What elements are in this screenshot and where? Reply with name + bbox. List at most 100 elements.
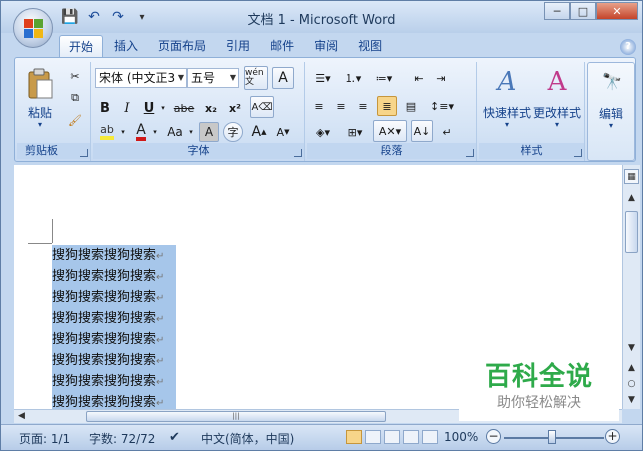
text-line[interactable]: 搜狗搜索搜狗搜索↵ xyxy=(52,245,176,266)
numbering-icon[interactable]: ⒈▾ xyxy=(339,68,367,88)
font-name-combo[interactable]: 宋体 (中文正3 ▼ xyxy=(95,68,187,88)
subscript-button[interactable]: x₂ xyxy=(201,98,221,118)
tab-insert[interactable]: 插入 xyxy=(105,35,147,57)
change-case-dropdown-icon[interactable]: ▾ xyxy=(187,122,195,142)
zoom-in-button[interactable]: + xyxy=(605,429,620,444)
text-line[interactable]: 搜狗搜索搜狗搜索↵ xyxy=(52,371,176,392)
language-indicator[interactable]: 中文(简体，中国) xyxy=(201,430,294,447)
web-layout-view-button[interactable] xyxy=(384,430,400,444)
strikethrough-button[interactable]: abe xyxy=(171,98,197,118)
align-left-icon[interactable]: ≡ xyxy=(309,96,329,116)
line-spacing-icon[interactable]: ↕≡▾ xyxy=(427,96,457,116)
cut-icon[interactable]: ✂ xyxy=(65,66,85,86)
paste-icon[interactable] xyxy=(25,68,55,100)
sort-icon[interactable]: A↓ xyxy=(411,120,433,142)
phonetic-guide-button[interactable]: wén文 xyxy=(244,66,268,90)
document-text[interactable]: 搜狗搜索搜狗搜索↵ 搜狗搜索搜狗搜索↵ 搜狗搜索搜狗搜索↵ 搜狗搜索搜狗搜索↵ … xyxy=(52,245,176,413)
bullets-icon[interactable]: ☰▾ xyxy=(309,68,337,88)
font-color-dropdown-icon[interactable]: ▾ xyxy=(151,122,159,142)
change-styles-icon[interactable]: A xyxy=(541,66,573,98)
browse-object-icon[interactable]: ○ xyxy=(624,377,639,392)
superscript-button[interactable]: x² xyxy=(225,98,245,118)
full-screen-reading-view-button[interactable] xyxy=(365,430,381,444)
clipboard-dialog-launcher[interactable] xyxy=(80,149,88,157)
tab-home[interactable]: 开始 xyxy=(59,35,104,57)
align-right-icon[interactable]: ≡ xyxy=(353,96,373,116)
format-painter-icon[interactable]: 🖌 xyxy=(65,110,85,130)
quick-styles-dropdown-icon[interactable]: ▾ xyxy=(479,120,535,129)
underline-dropdown-icon[interactable]: ▾ xyxy=(159,98,167,118)
tab-view[interactable]: 视图 xyxy=(349,35,391,57)
vertical-scroll-thumb[interactable] xyxy=(625,211,638,253)
previous-page-icon[interactable]: ▲ xyxy=(624,361,639,376)
horizontal-scroll-thumb[interactable]: ||| xyxy=(86,411,386,422)
font-color-icon[interactable]: A xyxy=(131,122,151,142)
character-shading-button[interactable]: A xyxy=(199,122,219,142)
maximize-button[interactable]: □ xyxy=(570,2,596,20)
bold-button[interactable]: B xyxy=(95,98,115,118)
distributed-icon[interactable]: ▤ xyxy=(401,96,421,116)
increase-indent-icon[interactable]: ⇥ xyxy=(431,68,451,88)
help-icon[interactable]: ? xyxy=(620,39,636,55)
quick-styles-label[interactable]: 快速样式 xyxy=(479,104,535,121)
minimize-button[interactable]: ─ xyxy=(544,2,570,20)
draft-view-button[interactable] xyxy=(422,430,438,444)
enclose-characters-button[interactable]: 字 xyxy=(223,122,243,142)
zoom-level[interactable]: 100% xyxy=(444,430,478,444)
paste-dropdown-icon[interactable]: ▾ xyxy=(23,120,57,129)
text-line[interactable]: 搜狗搜索搜狗搜索↵ xyxy=(52,350,176,371)
font-dialog-launcher[interactable] xyxy=(294,149,302,157)
find-icon[interactable]: 🔭 xyxy=(598,67,626,95)
chinese-layout-icon[interactable]: A✕▾ xyxy=(373,120,407,142)
text-line[interactable]: 搜狗搜索搜狗搜索↵ xyxy=(52,287,176,308)
scroll-left-icon[interactable]: ◀ xyxy=(14,410,29,422)
text-line[interactable]: 搜狗搜索搜狗搜索↵ xyxy=(52,266,176,287)
ruler-toggle-icon[interactable]: ▦ xyxy=(624,169,639,184)
word-count[interactable]: 字数: 72/72 xyxy=(89,430,155,447)
tab-mailings[interactable]: 邮件 xyxy=(261,35,303,57)
print-layout-view-button[interactable] xyxy=(346,430,362,444)
tab-page-layout[interactable]: 页面布局 xyxy=(149,35,215,57)
text-line[interactable]: 搜狗搜索搜狗搜索↵ xyxy=(52,308,176,329)
grow-font-button[interactable]: A ▲ xyxy=(249,122,269,142)
clear-formatting-button[interactable]: A⌫ xyxy=(250,96,274,118)
scroll-up-icon[interactable]: ▲ xyxy=(624,191,639,206)
show-paragraph-marks-icon[interactable]: ↵ xyxy=(437,122,457,142)
shading-icon[interactable]: ◈▾ xyxy=(309,122,337,142)
font-size-combo[interactable]: 五号 ▼ xyxy=(187,68,239,88)
italic-button[interactable]: I xyxy=(117,98,137,118)
editing-dropdown-icon[interactable]: ▾ xyxy=(588,121,634,130)
close-button[interactable]: ✕ xyxy=(596,2,638,20)
change-styles-label[interactable]: 更改样式 xyxy=(529,104,585,121)
borders-icon[interactable]: ⊞▾ xyxy=(341,122,369,142)
change-styles-dropdown-icon[interactable]: ▾ xyxy=(529,120,585,129)
quick-styles-icon[interactable]: A xyxy=(491,66,523,98)
tab-references[interactable]: 引用 xyxy=(217,35,259,57)
underline-button[interactable]: U xyxy=(139,98,159,118)
outline-view-button[interactable] xyxy=(403,430,419,444)
copy-icon[interactable]: ⧉ xyxy=(65,88,85,108)
next-page-icon[interactable]: ▼ xyxy=(624,393,639,408)
proofing-icon[interactable]: ✔ xyxy=(169,430,180,445)
decrease-indent-icon[interactable]: ⇤ xyxy=(409,68,429,88)
highlight-dropdown-icon[interactable]: ▾ xyxy=(119,122,127,142)
justify-icon[interactable]: ≣ xyxy=(377,96,397,116)
page-count[interactable]: 页面: 1/1 xyxy=(19,430,70,447)
text-highlight-icon[interactable]: ab xyxy=(95,122,119,142)
vertical-scrollbar[interactable]: ▦ ▲ ▼ ▲ ○ ▼ xyxy=(622,165,640,409)
office-button[interactable] xyxy=(13,8,53,48)
multilevel-list-icon[interactable]: ≔▾ xyxy=(369,68,399,88)
zoom-out-button[interactable]: − xyxy=(486,429,501,444)
scroll-down-icon[interactable]: ▼ xyxy=(624,341,639,356)
text-line[interactable]: 搜狗搜索搜狗搜索↵ xyxy=(52,329,176,350)
paragraph-dialog-launcher[interactable] xyxy=(466,149,474,157)
character-border-button[interactable]: A xyxy=(272,67,294,89)
paste-label[interactable]: 粘贴 xyxy=(23,104,57,121)
shrink-font-button[interactable]: A ▼ xyxy=(273,122,293,142)
tab-review[interactable]: 审阅 xyxy=(305,35,347,57)
editing-label[interactable]: 编辑 xyxy=(588,105,634,122)
align-center-icon[interactable]: ≡ xyxy=(331,96,351,116)
change-case-button[interactable]: Aa xyxy=(163,122,187,142)
zoom-slider-thumb[interactable] xyxy=(548,430,556,444)
styles-dialog-launcher[interactable] xyxy=(574,149,582,157)
